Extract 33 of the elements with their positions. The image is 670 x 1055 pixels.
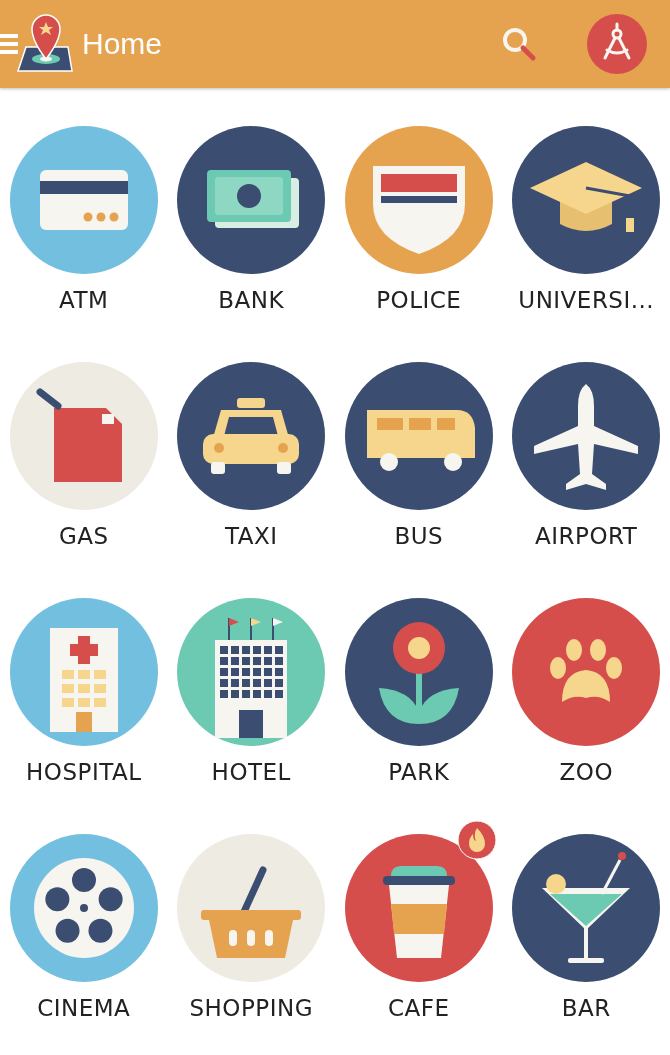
place-label: ATM xyxy=(59,286,109,314)
credit-card-icon[interactable] xyxy=(9,126,158,274)
flower-icon[interactable] xyxy=(344,598,493,746)
fuel-can-icon[interactable] xyxy=(9,362,158,510)
place-label: BANK xyxy=(218,286,285,314)
place-label: BUS xyxy=(394,522,444,550)
place-label: AIRPORT xyxy=(535,522,638,550)
place-label: POLICE xyxy=(376,286,462,314)
airplane-icon[interactable] xyxy=(512,362,661,510)
graduation-cap-icon[interactable] xyxy=(512,126,661,274)
compass-icon[interactable] xyxy=(587,14,647,74)
place-label: PARK xyxy=(388,758,450,786)
place-label: HOTEL xyxy=(211,758,291,786)
place-label: UNIVERSI... xyxy=(518,286,655,314)
place-label: ZOO xyxy=(559,758,613,786)
cocktail-icon[interactable] xyxy=(512,834,661,982)
app-title: Home xyxy=(82,27,164,61)
place-label: CINEMA xyxy=(37,994,131,1022)
film-reel-icon[interactable] xyxy=(9,834,158,982)
place-label: CAFE xyxy=(387,994,450,1022)
place-label: BAR xyxy=(561,994,611,1022)
bus-icon[interactable] xyxy=(344,362,493,510)
hotel-building-icon[interactable] xyxy=(177,598,326,746)
coffee-cup-icon[interactable] xyxy=(344,834,493,982)
banknote-icon[interactable] xyxy=(177,126,326,274)
hospital-icon[interactable] xyxy=(9,598,158,746)
paw-icon[interactable] xyxy=(512,598,661,746)
place-label: GAS xyxy=(58,522,109,550)
shield-icon[interactable] xyxy=(344,126,493,274)
taxi-icon[interactable] xyxy=(177,362,326,510)
place-label: SHOPPING xyxy=(189,994,314,1022)
place-label: HOSPITAL xyxy=(26,758,142,786)
place-label: TAXI xyxy=(224,522,278,550)
